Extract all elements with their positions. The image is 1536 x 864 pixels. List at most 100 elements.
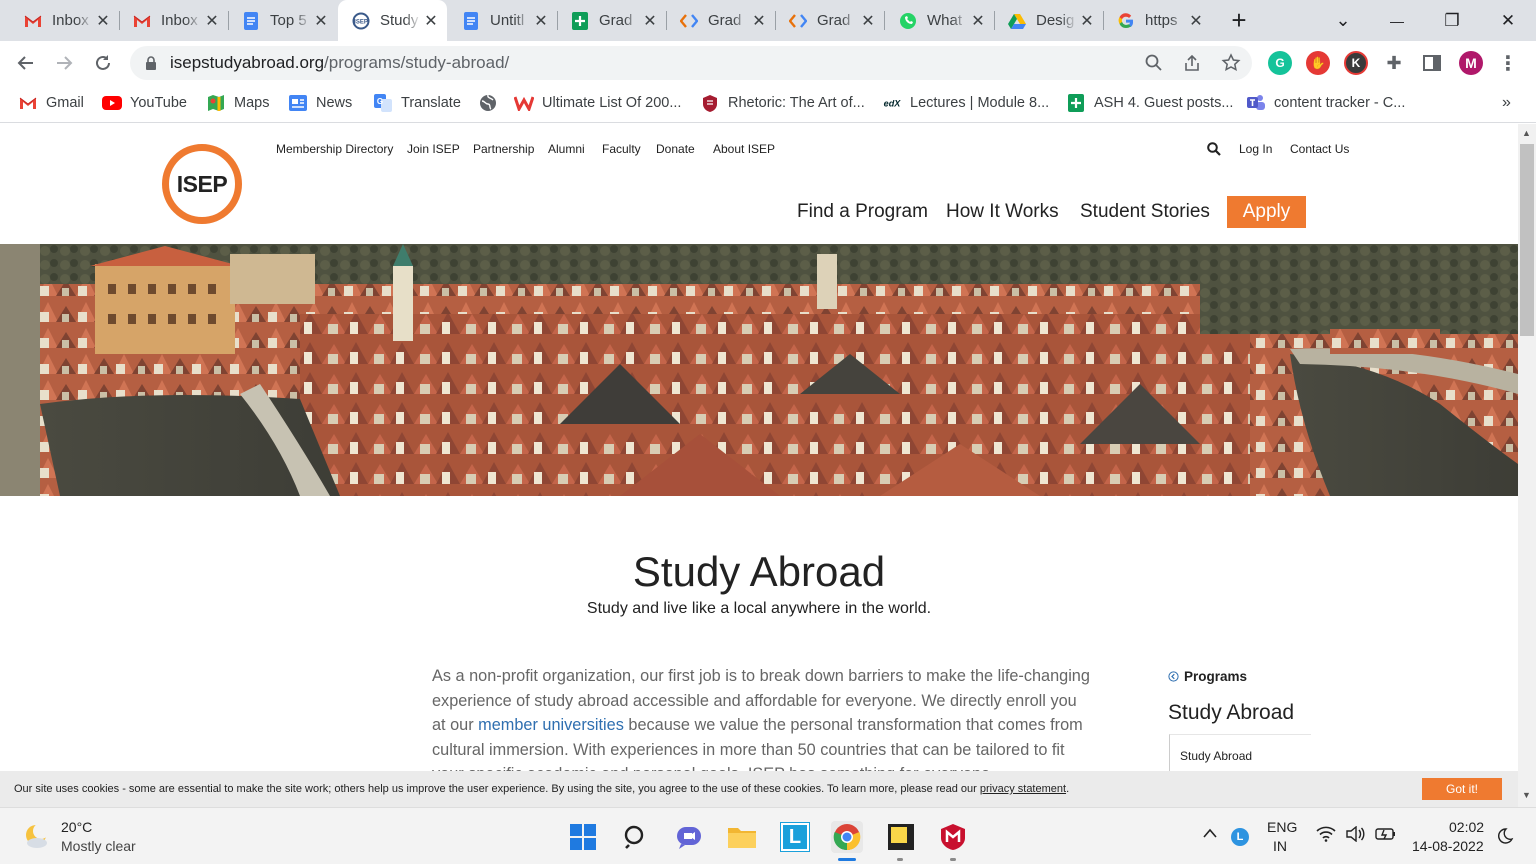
minimize-button[interactable]: — [1370,0,1424,41]
site-search-icon[interactable] [1207,142,1221,156]
lang-top[interactable]: ENG [1267,819,1297,835]
browser-tab-9[interactable]: Desig ✕ [994,0,1103,41]
close-tab-icon[interactable]: ✕ [1186,11,1206,31]
restore-button[interactable]: ❐ [1425,0,1479,41]
wifi-icon[interactable] [1316,826,1336,847]
contact-link[interactable]: Contact Us [1290,142,1349,156]
nav-find-program[interactable]: Find a Program [797,201,928,223]
teams-chat-button[interactable] [673,821,705,853]
reload-button[interactable] [89,49,117,77]
grammarly-extension-icon[interactable]: G [1268,51,1292,75]
back-button[interactable] [12,49,40,77]
clock-time[interactable]: 02:02 [1449,819,1484,835]
adblock-extension-icon[interactable]: ✋ [1306,51,1330,75]
scroll-up-arrow[interactable]: ▲ [1522,128,1531,138]
browser-tab-0[interactable]: Inbox ✕ [10,0,119,41]
close-tab-icon[interactable]: ✕ [1077,11,1097,31]
nav-student-stories[interactable]: Student Stories [1080,201,1210,223]
browser-tab-1[interactable]: Inbox ✕ [119,0,228,41]
bookmark-2[interactable]: Maps [206,92,269,114]
battery-icon[interactable] [1375,827,1397,846]
taskbar-search-button[interactable] [620,821,652,853]
forward-button[interactable] [50,49,78,77]
folder-icon [728,828,756,848]
more-bookmarks-icon[interactable]: » [1502,92,1511,114]
close-window-button[interactable]: ✕ [1481,0,1535,41]
bookmark-9[interactable]: ASH 4. Guest posts... [1066,92,1233,114]
cookie-accept-button[interactable]: Got it! [1422,778,1502,800]
utility-nav-item[interactable]: About ISEP [713,142,775,156]
bookmark-star-icon[interactable] [1221,53,1241,73]
bookmark-6[interactable]: Ultimate List Of 200... [514,92,681,114]
bookmark-8[interactable]: edX Lectures | Module 8... [882,92,1049,114]
zoom-search-icon[interactable] [1145,54,1163,72]
l-tray-icon[interactable]: L [1231,828,1249,846]
close-tab-icon[interactable]: ✕ [421,11,441,31]
bookmark-5[interactable] [478,92,506,114]
utility-nav-item[interactable]: Membership Directory [276,142,393,156]
mcafee-button[interactable] [937,821,969,853]
bookmark-0[interactable]: Gmail [18,92,84,114]
scroll-down-arrow[interactable]: ▼ [1522,790,1531,800]
bookmark-4[interactable]: G Translate [373,92,461,114]
isep-logo[interactable]: ISEP [162,144,242,224]
utility-nav-item[interactable]: Faculty [602,142,641,156]
close-tab-icon[interactable]: ✕ [202,11,222,31]
nav-how-it-works[interactable]: How It Works [946,201,1059,223]
k-extension-icon[interactable]: K [1344,51,1368,75]
new-tab-button[interactable]: + [1212,0,1266,41]
share-icon[interactable] [1183,54,1201,72]
address-bar[interactable]: isepstudyabroad.org/programs/study-abroa… [130,46,1252,80]
login-link[interactable]: Log In [1239,142,1272,156]
browser-tab-2[interactable]: Top 5 ✕ [228,0,337,41]
close-tab-icon[interactable]: ✕ [640,11,660,31]
show-hidden-icons-chevron[interactable] [1203,825,1217,843]
sidebar-item-study-abroad[interactable]: Study Abroad [1169,734,1311,774]
chrome-taskbar-button[interactable] [831,821,863,853]
side-panel-icon[interactable] [1420,51,1444,75]
bookmark-3[interactable]: News [288,92,352,114]
news-icon [288,94,308,112]
apply-button[interactable]: Apply [1227,196,1306,228]
sidebar-parent-link[interactable]: Programs [1168,669,1247,684]
browser-tab-5[interactable]: Grad ✕ [557,0,666,41]
utility-nav-item[interactable]: Join ISEP [407,142,460,156]
browser-tab-6[interactable]: Grad ✕ [666,0,775,41]
bookmark-1[interactable]: YouTube [102,92,187,114]
close-tab-icon[interactable]: ✕ [858,11,878,31]
l-app-button[interactable]: L [779,821,811,853]
browser-tab-4[interactable]: Untitl ✕ [448,0,557,41]
volume-icon[interactable] [1346,825,1366,847]
url-text[interactable]: isepstudyabroad.org/programs/study-abroa… [170,53,509,73]
extensions-puzzle-icon[interactable]: ✚ [1382,51,1406,75]
focus-moon-icon[interactable] [1496,827,1514,850]
page-scrollbar[interactable]: ▲ ▼ [1518,124,1536,807]
close-tab-icon[interactable]: ✕ [93,11,113,31]
profile-avatar[interactable]: M [1459,51,1483,75]
utility-nav-item[interactable]: Alumni [548,142,585,156]
weather-widget[interactable] [22,821,52,856]
lang-bottom[interactable]: IN [1273,838,1287,854]
file-explorer-button[interactable] [726,821,758,853]
close-tab-icon[interactable]: ✕ [311,11,331,31]
chrome-menu-icon[interactable]: ⋮ [1496,51,1520,75]
close-tab-icon[interactable]: ✕ [968,11,988,31]
tab-search-chevron-icon[interactable]: ⌄ [1316,0,1370,41]
start-button[interactable] [567,821,599,853]
close-tab-icon[interactable]: ✕ [749,11,769,31]
utility-nav-item[interactable]: Donate [656,142,695,156]
scroll-thumb[interactable] [1520,144,1534,336]
sticky-notes-button[interactable] [885,821,917,853]
member-universities-link[interactable]: member universities [478,716,624,734]
browser-tab-7[interactable]: Grad ✕ [775,0,884,41]
browser-tab-3[interactable]: ISEP Study ✕ [338,0,447,41]
browser-tab-8[interactable]: What ✕ [885,0,994,41]
utility-nav-item[interactable]: Partnership [473,142,534,156]
clock-date[interactable]: 14-08-2022 [1412,838,1484,854]
bookmark-10[interactable]: content tracker - C... [1246,92,1405,114]
circle-arrow-icon [1168,671,1179,682]
browser-tab-10[interactable]: https ✕ [1103,0,1212,41]
bookmark-7[interactable]: Rhetoric: The Art of... [700,92,865,114]
close-tab-icon[interactable]: ✕ [531,11,551,31]
privacy-statement-link[interactable]: privacy statement [980,783,1066,795]
